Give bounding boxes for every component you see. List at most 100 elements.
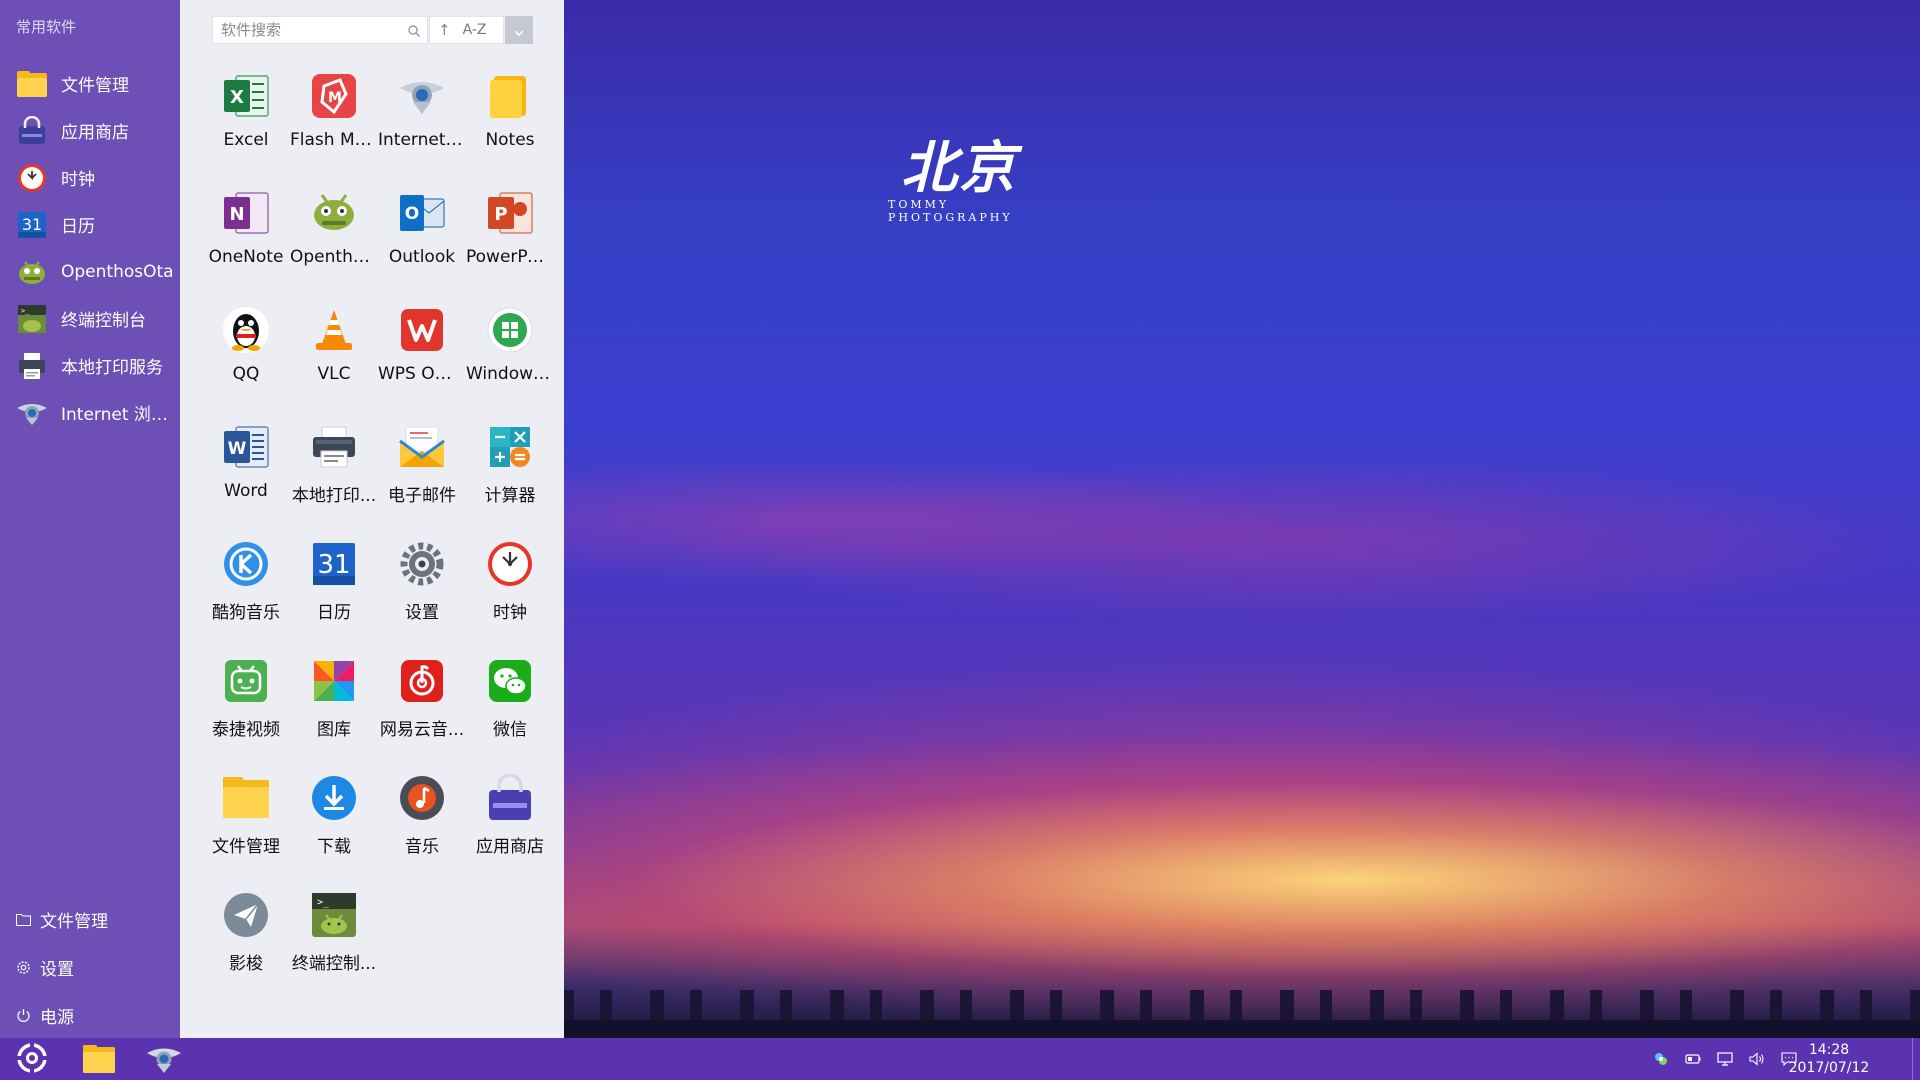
- app-kugou-music[interactable]: 酷狗音乐: [202, 532, 290, 649]
- svg-text:>_: >_: [317, 897, 330, 908]
- app-qq[interactable]: QQ: [202, 298, 290, 415]
- folder-icon: [83, 1045, 115, 1077]
- app-label: 日历: [317, 603, 351, 623]
- browser-icon: [396, 70, 448, 122]
- app-label: 影梭: [229, 954, 263, 974]
- app-calendar[interactable]: 31 日历: [290, 532, 378, 649]
- app-outlook[interactable]: O Outlook: [378, 181, 466, 298]
- start-button[interactable]: [14, 1042, 50, 1078]
- chevron-down-icon: [514, 21, 524, 40]
- favorite-label: 日历: [61, 217, 95, 237]
- battery-icon[interactable]: [1684, 1050, 1702, 1068]
- app-netease-music[interactable]: 网易云音...: [378, 649, 466, 766]
- powerpoint-icon: P: [484, 187, 536, 239]
- app-notes[interactable]: Notes: [466, 64, 554, 181]
- kugou-icon: [220, 538, 272, 590]
- app-taijie-video[interactable]: 泰捷视频: [202, 649, 290, 766]
- app-yingsuo[interactable]: 影梭: [202, 883, 290, 1000]
- printer-icon: [16, 350, 48, 382]
- folder-icon: [220, 772, 272, 824]
- favorite-calendar[interactable]: 31 日历: [0, 201, 180, 248]
- app-internet-browser[interactable]: Internet ...: [378, 64, 466, 181]
- app-label: Excel: [223, 130, 269, 150]
- calculator-icon: [484, 421, 536, 473]
- favorite-file-manager[interactable]: 文件管理: [0, 60, 180, 107]
- start-menu-app-panel: ↑ A-Z X Excel M Flash Ma... Internet ...…: [180, 0, 564, 1038]
- app-file-manager[interactable]: 文件管理: [202, 766, 290, 883]
- settings-button[interactable]: 设置: [0, 943, 180, 991]
- favorite-label: 时钟: [61, 170, 95, 190]
- app-app-store[interactable]: 应用商店: [466, 766, 554, 883]
- favorite-clock[interactable]: 时钟: [0, 154, 180, 201]
- sort-order-button[interactable]: ↑ A-Z: [429, 16, 504, 44]
- app-search-input[interactable]: [213, 21, 393, 39]
- terminal-icon: >_: [16, 303, 48, 335]
- app-openthos-ota[interactable]: Opentho...: [290, 181, 378, 298]
- app-label: VLC: [317, 364, 351, 384]
- file-manager-label: 文件管理: [40, 911, 108, 932]
- wps-icon: [396, 304, 448, 356]
- power-button[interactable]: 电源: [0, 991, 180, 1039]
- show-desktop-button[interactable]: [1912, 1038, 1920, 1080]
- app-word[interactable]: W Word: [202, 415, 290, 532]
- app-gallery[interactable]: 图库: [290, 649, 378, 766]
- clock-icon: [484, 538, 536, 590]
- app-calculator[interactable]: 计算器: [466, 415, 554, 532]
- photo-watermark: 北京 TOMMY PHOTOGRAPHY: [884, 138, 1034, 224]
- favorite-app-store[interactable]: 应用商店: [0, 107, 180, 154]
- power-icon: [15, 1007, 31, 1023]
- app-label: 微信: [493, 720, 527, 740]
- calendar-icon: 31: [308, 538, 360, 590]
- favorite-terminal[interactable]: >_ 终端控制台: [0, 295, 180, 342]
- favorite-label: 应用商店: [61, 123, 129, 143]
- app-label: Windows...: [466, 364, 554, 384]
- display-icon[interactable]: [1716, 1050, 1734, 1068]
- app-label: 电子邮件: [388, 486, 456, 506]
- network-status-icon[interactable]: [1652, 1050, 1670, 1068]
- app-label: 泰捷视频: [212, 720, 280, 740]
- download-icon: [308, 772, 360, 824]
- app-windows[interactable]: Windows...: [466, 298, 554, 415]
- app-music[interactable]: 音乐: [378, 766, 466, 883]
- taskbar-browser[interactable]: [146, 1044, 182, 1074]
- app-wechat[interactable]: 微信: [466, 649, 554, 766]
- search-icon[interactable]: [407, 23, 421, 37]
- app-download[interactable]: 下载: [290, 766, 378, 883]
- app-excel[interactable]: X Excel: [202, 64, 290, 181]
- netease-music-icon: [396, 655, 448, 707]
- browser-icon: [146, 1048, 182, 1078]
- word-icon: W: [220, 421, 272, 473]
- favorite-label: 本地打印服务: [61, 358, 163, 378]
- favorites-title: 常用软件: [16, 18, 77, 36]
- folder-icon: [16, 68, 48, 100]
- app-label: Notes: [485, 130, 535, 150]
- favorite-browser[interactable]: Internet 浏览...: [0, 389, 180, 436]
- windows-icon: [484, 304, 536, 356]
- settings-label: 设置: [40, 959, 74, 980]
- app-print-service[interactable]: 本地打印...: [290, 415, 378, 532]
- excel-icon: X: [220, 70, 272, 122]
- app-onenote[interactable]: N OneNote: [202, 181, 290, 298]
- terminal-icon: >_: [308, 889, 360, 941]
- app-clock[interactable]: 时钟: [466, 532, 554, 649]
- file-manager-button[interactable]: 文件管理: [0, 895, 180, 943]
- app-settings[interactable]: 设置: [378, 532, 466, 649]
- favorites-list: 文件管理 应用商店 时钟 31 日历 OpenthosOta >_ 终端控制台 …: [0, 60, 180, 436]
- taskbar-clock[interactable]: 14:28 2017/07/12: [1788, 1041, 1870, 1077]
- taskbar-file-manager[interactable]: [83, 1045, 115, 1073]
- app-search-box[interactable]: [212, 16, 428, 44]
- app-wps-office[interactable]: WPS Offi...: [378, 298, 466, 415]
- app-powerpoint[interactable]: P PowerPoi...: [466, 181, 554, 298]
- volume-icon[interactable]: [1748, 1050, 1766, 1068]
- favorite-openthos-ota[interactable]: OpenthosOta: [0, 248, 180, 295]
- sort-dropdown-button[interactable]: [505, 16, 533, 44]
- app-email[interactable]: 电子邮件: [378, 415, 466, 532]
- system-tray: [1652, 1050, 1798, 1068]
- app-flash-manager[interactable]: M Flash Ma...: [290, 64, 378, 181]
- app-vlc[interactable]: VLC: [290, 298, 378, 415]
- app-label: OneNote: [208, 247, 284, 267]
- app-terminal[interactable]: >_ 终端控制...: [290, 883, 378, 1000]
- favorite-print-service[interactable]: 本地打印服务: [0, 342, 180, 389]
- app-label: Opentho...: [290, 247, 378, 267]
- app-label: 文件管理: [212, 837, 280, 857]
